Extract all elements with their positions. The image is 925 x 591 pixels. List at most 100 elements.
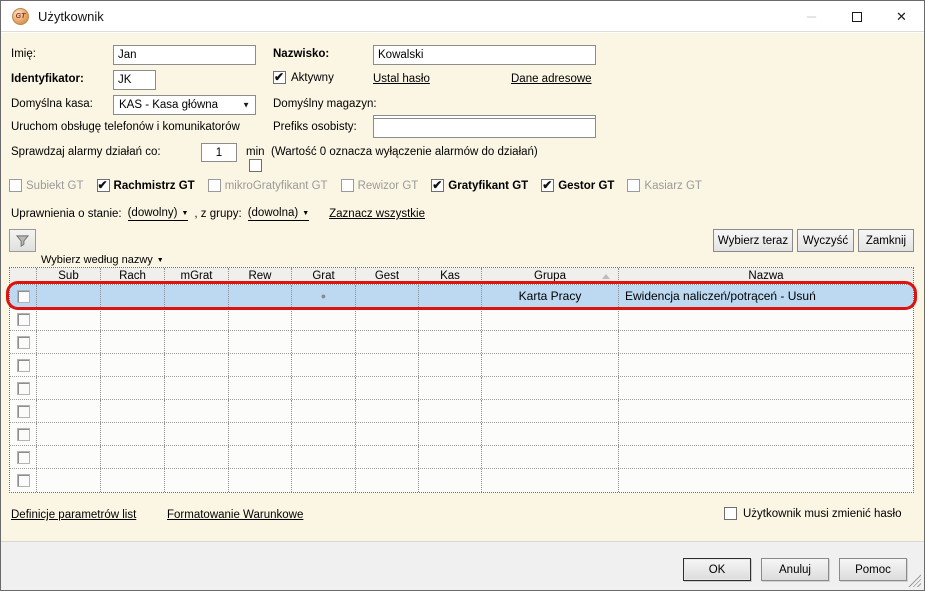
permissions-state-dropdown[interactable]: (dowolny) ▼ <box>127 207 189 221</box>
row-checkbox[interactable] <box>16 404 30 418</box>
list-params-link[interactable]: Definicje parametrów list <box>11 509 136 521</box>
row-checkbox[interactable] <box>16 381 30 395</box>
column-header-sub[interactable]: Sub <box>37 268 101 284</box>
table-row[interactable] <box>10 308 913 331</box>
default-cash-value: KAS - Kasa główna <box>119 99 219 111</box>
kasiarz-checkbox[interactable] <box>627 179 641 192</box>
active-checkbox-group[interactable]: Aktywny <box>273 70 334 84</box>
product-checkbox-subiekt[interactable]: Subiekt GT <box>9 179 84 192</box>
column-header-rach[interactable]: Rach <box>101 268 165 284</box>
clear-button[interactable]: Wyczyść <box>797 229 854 252</box>
cell-kas <box>419 331 482 353</box>
column-header-mgrat[interactable]: mGrat <box>165 268 229 284</box>
cell-gest <box>356 285 419 307</box>
row-checkbox[interactable] <box>16 427 30 441</box>
cell-rew <box>229 331 292 353</box>
select-all-link[interactable]: Zaznacz wszystkie <box>329 208 425 220</box>
help-button[interactable]: Pomoc <box>839 558 907 581</box>
active-checkbox[interactable] <box>273 70 286 84</box>
row-checkbox-cell <box>10 308 37 330</box>
close-panel-button[interactable]: Zamknij <box>858 229 914 252</box>
alarms-interval-input[interactable] <box>201 143 237 162</box>
row-checkbox[interactable] <box>16 312 30 326</box>
table-row[interactable] <box>10 446 913 469</box>
phones-checkbox[interactable] <box>249 159 262 172</box>
rachmistrz-checkbox[interactable] <box>96 178 110 192</box>
chevron-down-icon: ▼ <box>242 100 250 110</box>
must-change-password-label: Użytkownik musi zmienić hasło <box>743 507 902 520</box>
column-header-nazwa[interactable]: Nazwa <box>619 268 913 284</box>
identifier-input[interactable] <box>113 70 156 90</box>
permissions-group-dropdown[interactable]: (dowolna) ▼ <box>247 207 310 221</box>
column-header-rew[interactable]: Rew <box>229 268 292 284</box>
window-title: Użytkownik <box>38 8 104 24</box>
cell-mgrat <box>165 423 229 445</box>
must-change-password-checkbox[interactable] <box>724 507 737 520</box>
cell-rew <box>229 469 292 492</box>
cell-sub <box>37 331 101 353</box>
window-controls: ─ ✕ <box>789 1 924 32</box>
kasiarz-label: Kasiarz GT <box>644 179 702 192</box>
row-checkbox[interactable] <box>16 289 30 303</box>
subiekt-checkbox[interactable] <box>9 179 22 192</box>
chevron-down-icon: ▼ <box>181 209 189 217</box>
gestor-checkbox[interactable] <box>541 178 555 192</box>
set-password-link[interactable]: Ustal hasło <box>373 73 430 85</box>
must-change-password-group[interactable]: Użytkownik musi zmienić hasło <box>724 507 902 520</box>
cell-sub <box>37 469 101 492</box>
row-checkbox[interactable] <box>16 335 30 349</box>
row-checkbox[interactable] <box>16 450 30 464</box>
selected-table-row[interactable]: ● Karta Pracy Ewidencja naliczeń/potrące… <box>10 285 913 308</box>
product-checkbox-rachmistrz[interactable]: Rachmistrz GT <box>96 178 195 192</box>
cell-rach <box>101 331 165 353</box>
default-cash-label: Domyślna kasa: <box>11 98 93 110</box>
prefix-input[interactable] <box>373 118 596 138</box>
table-row[interactable] <box>10 423 913 446</box>
product-checkbox-gratyfikant[interactable]: Gratyfikant GT <box>431 178 528 192</box>
rewizor-checkbox[interactable] <box>340 179 354 192</box>
choose-now-button[interactable]: Wybierz teraz <box>713 229 793 252</box>
cell-gest <box>356 354 419 376</box>
column-header-kas[interactable]: Kas <box>419 268 482 284</box>
filter-button[interactable] <box>9 229 36 252</box>
product-checkbox-mikrogratyfikant[interactable]: mikroGratyfikant GT <box>207 179 328 192</box>
product-checkbox-gestor[interactable]: Gestor GT <box>541 178 614 192</box>
ok-button[interactable]: OK <box>683 558 751 581</box>
table-row[interactable] <box>10 469 913 492</box>
cell-grupa <box>482 446 619 468</box>
cell-rach <box>101 469 165 492</box>
first-name-input[interactable] <box>113 45 256 65</box>
product-checkbox-kasiarz[interactable]: Kasiarz GT <box>627 179 702 192</box>
column-header-gest[interactable]: Gest <box>356 268 419 284</box>
column-header-grupa[interactable]: Grupa <box>482 268 619 284</box>
cell-nazwa <box>619 308 913 330</box>
default-warehouse-label: Domyślny magazyn: <box>273 98 377 110</box>
last-name-input[interactable] <box>373 45 596 65</box>
cell-kas <box>419 423 482 445</box>
close-button[interactable]: ✕ <box>879 1 924 32</box>
cell-kas <box>419 446 482 468</box>
table-row[interactable] <box>10 377 913 400</box>
column-header-grat[interactable]: Grat <box>292 268 356 284</box>
row-checkbox[interactable] <box>16 358 30 372</box>
row-checkbox[interactable] <box>16 474 30 487</box>
table-row[interactable] <box>10 331 913 354</box>
product-checkbox-rewizor[interactable]: Rewizor GT <box>340 179 418 192</box>
row-checkbox-cell <box>10 446 37 468</box>
resize-grip[interactable] <box>908 574 921 587</box>
table-row[interactable] <box>10 354 913 377</box>
cancel-button[interactable]: Anuluj <box>761 558 829 581</box>
select-by-name-link[interactable]: Wybierz według nazwy ▼ <box>41 254 164 268</box>
cell-mgrat <box>165 469 229 492</box>
maximize-button[interactable] <box>834 1 879 32</box>
cell-rew <box>229 400 292 422</box>
conditional-formatting-link[interactable]: Formatowanie Warunkowe <box>167 509 303 521</box>
cell-rach <box>101 285 165 307</box>
footer-bar: OK Anuluj Pomoc <box>1 541 924 590</box>
address-data-link[interactable]: Dane adresowe <box>511 73 592 85</box>
cell-nazwa <box>619 400 913 422</box>
gratyfikant-checkbox[interactable] <box>431 178 445 192</box>
table-row[interactable] <box>10 400 913 423</box>
default-cash-select[interactable]: KAS - Kasa główna ▼ <box>113 95 256 115</box>
mikrogratyfikant-checkbox[interactable] <box>207 179 221 192</box>
